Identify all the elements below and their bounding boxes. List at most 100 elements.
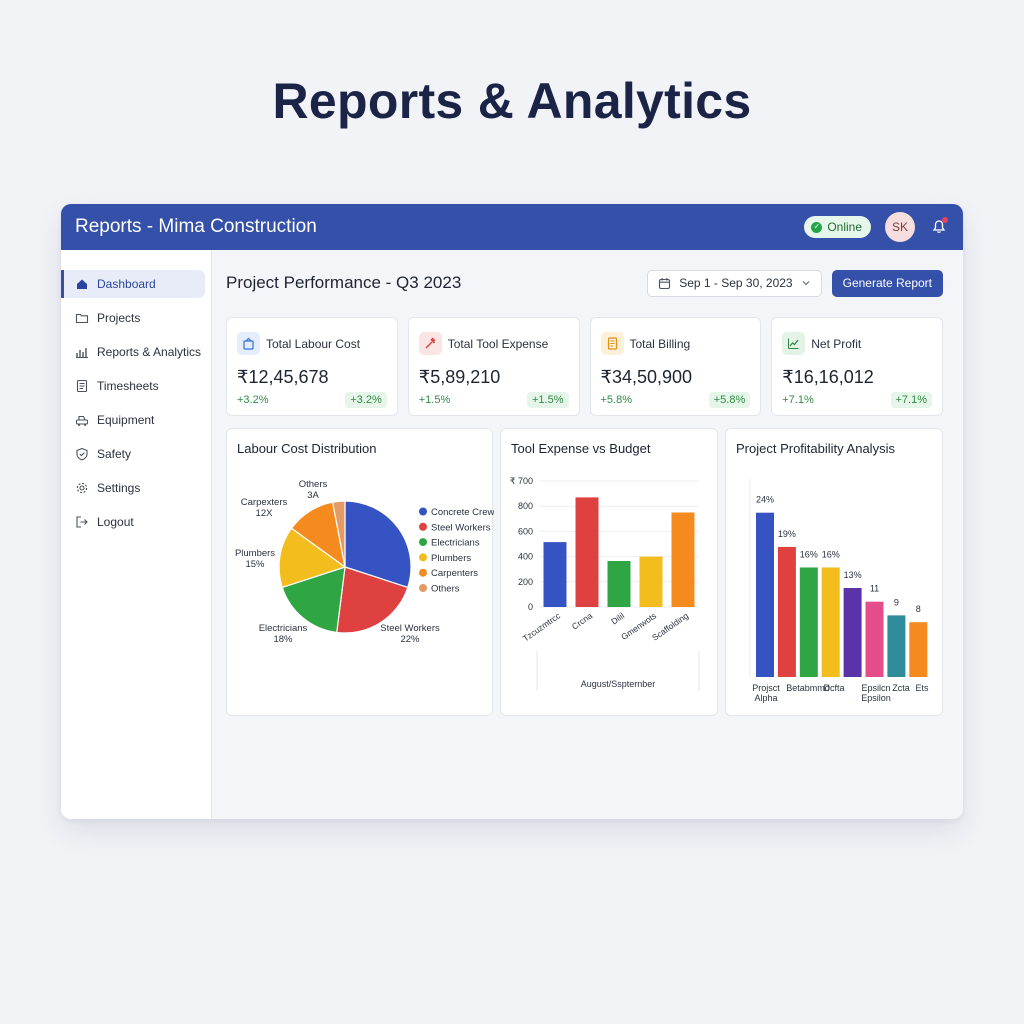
sidebar-item-settings[interactable]: Settings [61, 474, 205, 502]
x-tick-label: Alpha [754, 693, 777, 703]
app-window: Reports - Mima Construction ✓ Online SK … [61, 204, 963, 819]
pie-callout-label: Steel Workers [380, 623, 440, 634]
data-label: 9 [894, 597, 899, 607]
bar[interactable] [843, 588, 862, 677]
bar[interactable] [865, 601, 884, 677]
legend-label: Carpenters [431, 568, 478, 579]
sidebar-item-label: Logout [97, 515, 134, 529]
bar[interactable] [639, 556, 663, 607]
kpi-change-badge: +3.2% [345, 392, 387, 408]
kpi-value: ₹16,16,012 [782, 367, 874, 387]
kpi-value: ₹12,45,678 [237, 367, 329, 387]
kpi-label: Net Profit [811, 336, 862, 351]
avatar[interactable]: SK [885, 212, 915, 242]
date-range-label: Sep 1 - Sep 30, 2023 [679, 276, 793, 290]
profitability-chart-title: Project Profitability Analysis [736, 441, 895, 456]
date-range-picker[interactable]: Sep 1 - Sep 30, 2023 [647, 269, 822, 297]
app-title: Reports - Mima Construction [75, 216, 317, 237]
check-icon: ✓ [811, 221, 823, 233]
labour-icon [237, 332, 260, 355]
kpi-header: Net Profit [782, 332, 932, 355]
sidebar-item-reports-analytics[interactable]: Reports & Analytics [61, 338, 205, 366]
labour-cost-chart-title: Labour Cost Distribution [237, 441, 377, 456]
generate-report-button[interactable]: Generate Report [831, 269, 943, 297]
logout-icon [75, 515, 89, 529]
kpi-change: +5.8% [600, 394, 633, 406]
pie-callout-value: 15% [245, 559, 265, 570]
x-tick-label: Projsct [752, 683, 780, 693]
kpi-change: +1.5% [418, 394, 451, 406]
sidebar-item-logout[interactable]: Logout [61, 508, 205, 536]
billing-icon [600, 332, 624, 355]
kpi-card: Total Tool Expense ₹5,89,210 +1.5% +1.5% [407, 317, 580, 416]
sidebar-item-label: Timesheets [97, 379, 159, 393]
sidebar: Dashboard Projects Reports & Analytics Time… [61, 250, 212, 819]
bar[interactable] [575, 497, 599, 607]
sidebar-item-equipment[interactable]: Equipment [61, 406, 205, 434]
document-icon [75, 379, 89, 393]
kpi-card: Total Labour Cost ₹12,45,678 +3.2% +3.2% [226, 317, 398, 416]
sidebar-item-projects[interactable]: Projects [61, 304, 205, 332]
bar[interactable] [909, 622, 928, 677]
data-label: 13% [844, 570, 862, 580]
sidebar-item-label: Dashboard [97, 277, 156, 291]
legend-label: Steel Workers [431, 522, 491, 533]
pie-callout-value: 3A [307, 490, 319, 501]
page-title: Project Performance - Q3 2023 [226, 273, 462, 292]
bar[interactable] [543, 542, 567, 607]
sidebar-item-safety[interactable]: Safety [61, 440, 205, 468]
kpi-label: Total Labour Cost [266, 336, 361, 351]
profitability-chart-card: 24% 19% 16% 16% 13% 11 9 8 Projsct Alpha Betabmmd D… [725, 428, 943, 716]
kpi-change: +3.2% [237, 394, 269, 406]
data-label: 8 [916, 604, 921, 614]
legend-swatch [419, 507, 427, 516]
data-label: 16% [800, 549, 818, 559]
bar[interactable] [799, 567, 818, 677]
bar[interactable] [821, 567, 840, 677]
top-bar: Reports - Mima Construction ✓ Online SK [61, 204, 963, 250]
labour-cost-chart-card: Others 3A Carpexters 12X Plumbers 15% Electric… [226, 428, 494, 716]
sidebar-item-label: Reports & Analytics [97, 345, 202, 359]
bar[interactable] [607, 561, 631, 607]
bar[interactable] [756, 512, 774, 677]
sidebar-item-label: Equipment [97, 413, 155, 427]
x-tick-label: Crcna [570, 610, 595, 631]
sidebar-item-label: Settings [97, 481, 141, 495]
kpi-footer: +7.1% +7.1% [782, 392, 932, 408]
kpi-value: ₹5,89,210 [418, 367, 501, 387]
notifications-button[interactable] [929, 217, 949, 237]
legend-swatch [419, 538, 427, 547]
x-tick-label: Ets [915, 683, 929, 693]
x-tick-label: Dcfta [823, 683, 844, 693]
legend-swatch [419, 584, 427, 592]
calendar-icon [659, 277, 671, 289]
sidebar-item-timesheets[interactable]: Timesheets [61, 372, 205, 400]
tool-expense-bar-chart: 0200400600800₹ 700Tzcuzmtrcc Crcna DililGm… [510, 476, 700, 691]
gear-icon [75, 481, 89, 495]
y-tick-label: 0 [528, 602, 533, 612]
tool-expense-chart-title: Tool Expense vs Budget [511, 441, 651, 456]
kpi-header: Total Billing [600, 332, 751, 355]
x-tick-label: Scaffolding [650, 610, 690, 642]
top-bar-actions: ✓ Online SK [804, 212, 949, 242]
x-axis-label: August/Sspternber [581, 679, 656, 689]
bar[interactable] [671, 512, 695, 608]
sidebar-item-dashboard[interactable]: Dashboard [61, 270, 205, 298]
kpi-footer: +1.5% +1.5% [419, 392, 569, 408]
bar[interactable] [777, 546, 796, 677]
data-label: 16% [822, 549, 840, 559]
kpi-label: Total Tool Expense [447, 336, 549, 351]
pie-callout-value: 22% [400, 634, 420, 645]
bar[interactable] [887, 615, 906, 677]
kpi-label: Total Billing [629, 336, 691, 351]
kpi-footer: +3.2% +3.2% [237, 392, 387, 408]
tool-icon [418, 332, 442, 355]
status-badge: ✓ Online [804, 216, 871, 238]
kpi-change: +7.1% [782, 394, 814, 406]
x-tick-label: Epsilon [861, 693, 891, 703]
legend-swatch [419, 553, 427, 562]
sidebar-item-label: Projects [97, 311, 141, 325]
kpi-change-badge: +5.8% [708, 392, 751, 408]
y-tick-label: ₹ 700 [510, 476, 533, 486]
chevron-down-icon [802, 281, 810, 286]
